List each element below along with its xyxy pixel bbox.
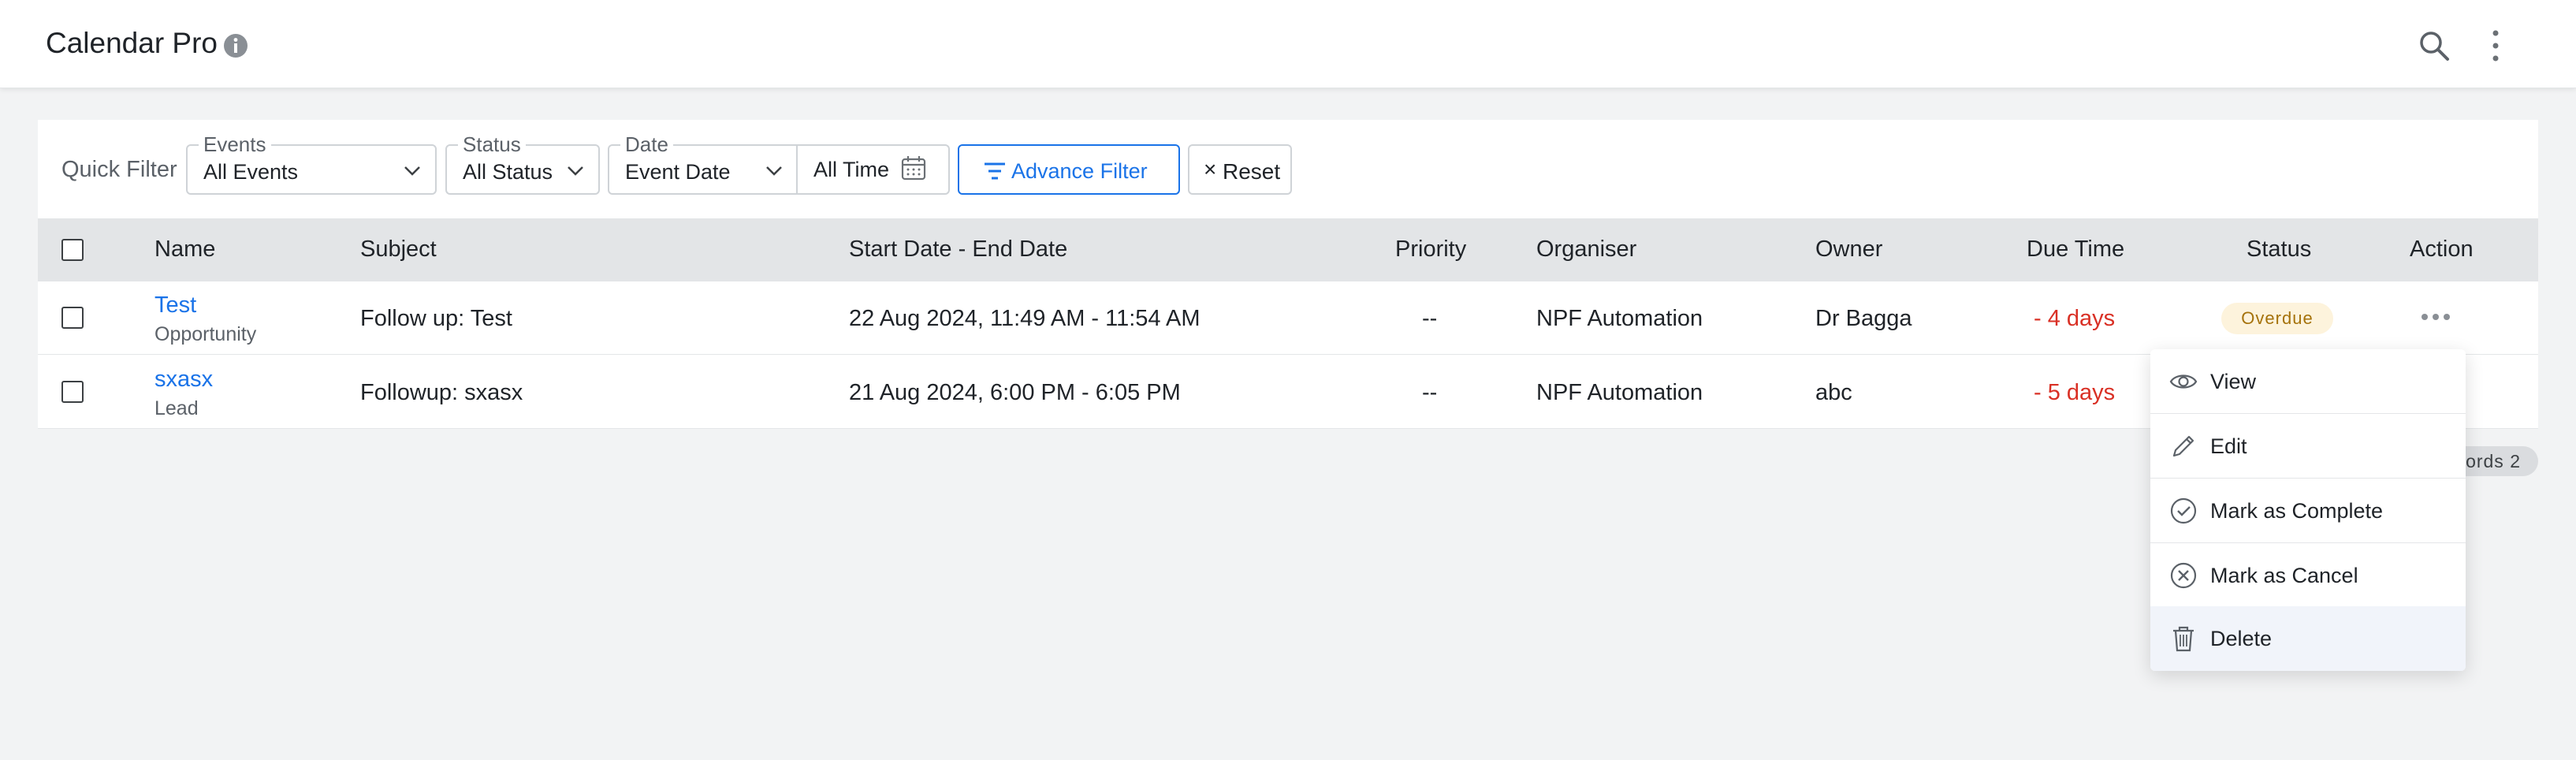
subject-cell: Followup: sxasx: [360, 380, 523, 405]
organiser-cell: NPF Automation: [1536, 306, 1703, 331]
priority-cell: --: [1422, 380, 1438, 405]
column-header-owner[interactable]: Owner: [1815, 237, 1882, 263]
column-header-action: Action: [2410, 237, 2474, 262]
top-bar: Calendar Pro: [0, 0, 2576, 88]
action-menu: View Edit Mark as Complete Mark as Cance…: [2150, 349, 2466, 671]
close-icon: ×: [1204, 157, 1217, 181]
reset-button[interactable]: × Reset: [1188, 144, 1292, 195]
events-filter-select[interactable]: Events All Events: [186, 133, 437, 195]
column-header-priority[interactable]: Priority: [1395, 237, 1466, 263]
chevron-down-icon: [766, 166, 782, 176]
date-type-select[interactable]: Event Date: [625, 160, 731, 184]
status-filter-value: All Status: [463, 160, 553, 184]
pencil-icon: [2172, 435, 2194, 457]
eye-icon: [2169, 374, 2198, 389]
record-type: Lead: [154, 397, 199, 419]
app-title: Calendar Pro: [46, 27, 218, 59]
menu-item-delete[interactable]: Delete: [2150, 606, 2466, 671]
quick-filter-label: Quick Filter: [61, 157, 177, 182]
date-filter-label: Date: [620, 133, 673, 155]
status-badge: Overdue: [2221, 303, 2333, 334]
more-vertical-icon[interactable]: [2486, 28, 2505, 63]
filter-icon: [985, 162, 1005, 180]
info-icon[interactable]: [222, 32, 249, 59]
calendar-icon[interactable]: [900, 155, 927, 181]
check-circle-icon: [2170, 497, 2197, 524]
column-header-due-time[interactable]: Due Time: [2027, 237, 2124, 263]
column-header-name[interactable]: Name: [154, 237, 215, 263]
column-header-subject[interactable]: Subject: [360, 237, 437, 263]
advance-filter-label: Advance Filter: [1011, 159, 1148, 183]
more-horizontal-icon[interactable]: [2420, 311, 2451, 323]
menu-item-label: Mark as Cancel: [2210, 564, 2358, 587]
events-filter-value: All Events: [203, 160, 299, 184]
menu-item-mark-complete[interactable]: Mark as Complete: [2150, 479, 2466, 543]
record-name-link[interactable]: sxasx: [154, 367, 213, 393]
row-checkbox[interactable]: [61, 307, 84, 329]
advance-filter-button[interactable]: Advance Filter: [958, 144, 1180, 195]
events-filter-label: Events: [199, 133, 271, 155]
record-type: Opportunity: [154, 323, 257, 345]
reset-label: Reset: [1223, 159, 1281, 184]
menu-item-label: View: [2210, 370, 2257, 393]
column-header-status[interactable]: Status: [2247, 237, 2311, 263]
date-filter-divider: [796, 144, 798, 195]
search-icon[interactable]: [2417, 28, 2451, 63]
owner-cell: abc: [1815, 380, 1852, 405]
priority-cell: --: [1422, 306, 1438, 331]
menu-item-label: Mark as Complete: [2210, 499, 2384, 523]
menu-item-label: Delete: [2210, 627, 2273, 650]
status-filter-select[interactable]: Status All Status: [445, 133, 600, 195]
date-range-cell: 21 Aug 2024, 6:00 PM - 6:05 PM: [849, 380, 1181, 405]
row-checkbox[interactable]: [61, 381, 84, 403]
trash-icon: [2173, 626, 2194, 652]
record-name-link[interactable]: Test: [154, 292, 196, 319]
menu-item-view[interactable]: View: [2150, 349, 2466, 414]
column-header-organiser[interactable]: Organiser: [1536, 237, 1636, 263]
date-range-cell: 22 Aug 2024, 11:49 AM - 11:54 AM: [849, 306, 1201, 331]
chevron-down-icon: [568, 166, 583, 176]
column-header-dates[interactable]: Start Date - End Date: [849, 237, 1067, 263]
x-circle-icon: [2170, 562, 2197, 589]
due-time-cell: - 4 days: [2034, 306, 2116, 331]
menu-item-edit[interactable]: Edit: [2150, 414, 2466, 479]
date-range-picker[interactable]: All Time: [813, 158, 889, 182]
chevron-down-icon: [404, 166, 420, 176]
due-time-cell: - 5 days: [2034, 380, 2116, 405]
owner-cell: Dr Bagga: [1815, 306, 1912, 331]
organiser-cell: NPF Automation: [1536, 380, 1703, 405]
menu-item-mark-cancel[interactable]: Mark as Cancel: [2150, 543, 2466, 608]
menu-item-label: Edit: [2210, 434, 2247, 458]
select-all-checkbox[interactable]: [61, 239, 84, 261]
date-filter-group: Date Event Date: [608, 133, 950, 195]
status-filter-label: Status: [458, 133, 526, 155]
subject-cell: Follow up: Test: [360, 306, 512, 331]
